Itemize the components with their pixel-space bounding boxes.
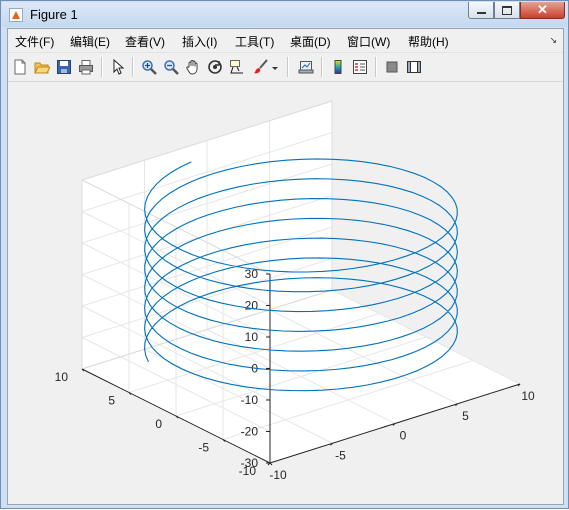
menu-tools[interactable]: 工具(T)	[235, 33, 274, 50]
toolbar-separator	[321, 57, 323, 77]
brush-dropdown-icon[interactable]	[270, 58, 280, 76]
menu-view[interactable]: 查看(V)	[125, 33, 165, 50]
menu-overflow-icon[interactable]: ↘	[549, 35, 557, 46]
matlab-app-icon	[9, 8, 23, 22]
zoom-out-icon[interactable]	[162, 58, 180, 76]
maximize-button[interactable]	[494, 2, 520, 19]
y-tick	[269, 462, 273, 466]
open-file-icon[interactable]	[33, 58, 51, 76]
z-tick-label: 10	[245, 330, 259, 344]
menu-insert[interactable]: 插入(I)	[182, 33, 217, 50]
menu-bar: 文件(F) 编辑(E) 查看(V) 插入(I) 工具(T) 桌面(D) 窗口(W…	[8, 29, 563, 53]
y-tick-label: -5	[198, 441, 209, 455]
save-icon[interactable]	[55, 58, 73, 76]
x-tick-label: 5	[462, 409, 469, 423]
window-title: Figure 1	[30, 7, 78, 22]
maximize-icon	[502, 5, 512, 15]
new-figure-icon[interactable]	[11, 58, 29, 76]
plot3-axes[interactable]: -10-50510-10-50510-30-20-100102030	[8, 82, 563, 505]
menu-window[interactable]: 窗口(W)	[347, 33, 390, 50]
minimize-icon	[476, 12, 486, 14]
y-tick-label: 10	[55, 370, 69, 384]
toolbar-separator	[101, 57, 103, 77]
edit-plot-arrow-icon[interactable]	[109, 58, 127, 76]
title-bar[interactable]: Figure 1 ✕	[2, 2, 567, 27]
show-plot-tools-icon[interactable]	[405, 58, 423, 76]
x-tick-label: 0	[400, 429, 407, 443]
print-icon[interactable]	[77, 58, 95, 76]
z-tick-label: -10	[241, 393, 259, 407]
insert-colorbar-icon[interactable]	[329, 58, 347, 76]
x-tick-label: 10	[521, 389, 535, 403]
z-tick-label: -30	[241, 456, 259, 470]
z-tick-label: -20	[241, 425, 259, 439]
brush-icon[interactable]	[252, 58, 270, 76]
figure-toolbar	[8, 53, 563, 82]
figure-client-area: 文件(F) 编辑(E) 查看(V) 插入(I) 工具(T) 桌面(D) 窗口(W…	[7, 28, 564, 505]
menu-file[interactable]: 文件(F)	[15, 33, 54, 50]
zoom-in-icon[interactable]	[140, 58, 158, 76]
pan-hand-icon[interactable]	[184, 58, 202, 76]
y-tick-label: 0	[155, 417, 162, 431]
data-cursor-icon[interactable]	[228, 58, 246, 76]
close-icon: ✕	[537, 2, 548, 17]
x-tick-label: -5	[335, 448, 346, 462]
minimize-button[interactable]	[468, 2, 494, 19]
menu-help[interactable]: 帮助(H)	[408, 33, 449, 50]
plot-area: -10 -5 0 5 10 -10 -5 0 5 10 -30 -20 -10 0 10 20 30	[8, 82, 563, 504]
x-tick-label: -10	[269, 468, 287, 482]
link-plot-icon[interactable]	[297, 58, 315, 76]
menu-desktop[interactable]: 桌面(D)	[290, 33, 331, 50]
toolbar-separator	[375, 57, 377, 77]
toolbar-separator	[287, 57, 289, 77]
figure-window: Figure 1 ✕ 文件(F) 编辑(E) 查看(V) 插入(I) 工具(T)…	[0, 0, 569, 509]
menu-edit[interactable]: 编辑(E)	[70, 33, 110, 50]
toolbar-separator	[132, 57, 134, 77]
z-tick-label: 20	[245, 299, 259, 313]
insert-legend-icon[interactable]	[351, 58, 369, 76]
close-button[interactable]: ✕	[520, 2, 565, 19]
hide-plot-tools-icon[interactable]	[383, 58, 401, 76]
y-tick-label: 5	[108, 394, 115, 408]
rotate-3d-icon[interactable]	[206, 58, 224, 76]
